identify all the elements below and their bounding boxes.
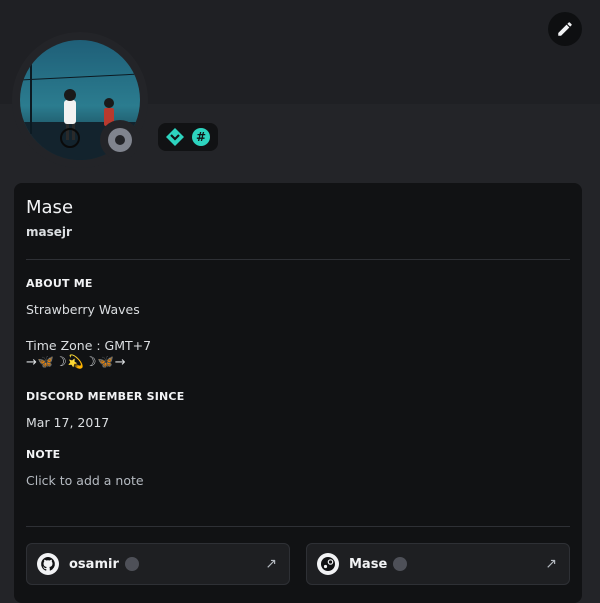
external-link-icon[interactable]: ↗ [545,556,557,572]
steam-icon [317,553,339,575]
username: masejr [26,225,72,239]
connection-name: osamir [69,556,119,572]
verified-icon [124,557,139,571]
about-me-line-1: Strawberry Waves [26,302,140,317]
badge-list: # [158,123,218,151]
note-title: NOTE [26,448,61,461]
about-me-line-2: Time Zone : GMT+7 [26,338,152,353]
edit-profile-button[interactable] [548,12,582,46]
offline-status-icon [108,128,132,152]
about-me-line-3: →🦋☽💫☽🦋→ [26,355,127,370]
member-since-title: DISCORD MEMBER SINCE [26,390,185,403]
divider [26,526,570,527]
steam-glyph [321,557,335,571]
github-glyph [41,557,55,571]
status-indicator [100,120,140,160]
member-since-date: Mar 17, 2017 [26,415,110,430]
status-hole [115,135,125,145]
hashtag-badge-icon[interactable]: # [190,126,212,148]
profile-card: Mase masejr ABOUT ME Strawberry Waves Ti… [14,183,582,603]
connection-name: Mase [349,556,388,572]
note-input[interactable]: Click to add a note [26,473,144,488]
hypesquad-balance-svg [166,128,184,146]
pencil-icon [558,22,572,36]
hypesquad-balance-icon[interactable] [164,126,186,148]
display-name: Mase [26,197,74,218]
svg-text:#: # [196,130,206,144]
verified-icon [393,557,408,571]
hashtag-badge-svg: # [192,128,210,146]
divider [26,259,570,260]
about-me-title: ABOUT ME [26,277,93,290]
external-link-icon[interactable]: ↗ [265,556,277,572]
github-icon [37,553,59,575]
